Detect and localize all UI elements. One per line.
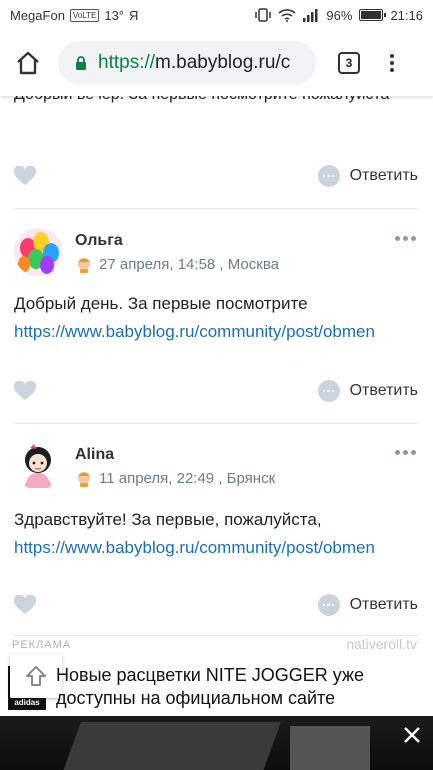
like-heart-icon[interactable] xyxy=(14,595,36,615)
comment-text: Здравствуйте! За первые, пожалуйста, xyxy=(14,510,322,529)
avatar[interactable] xyxy=(14,228,62,276)
comment-text: Добрый день. За первые посмотрите xyxy=(14,294,308,313)
home-button[interactable] xyxy=(2,37,54,89)
ad-banner[interactable]: adidas Новые расцветки NITE JOGGER уже д… xyxy=(0,654,433,716)
comment-header: Alina 11 апреля, 22:49 , Брянск xyxy=(14,442,418,494)
back-arrow-icon xyxy=(26,666,46,686)
comment-actions: Ответить xyxy=(14,593,418,617)
status-bar: MegaFon VoLTE 13° Я 96% 21:16 xyxy=(0,0,433,30)
lock-icon xyxy=(76,56,86,70)
battery-icon xyxy=(359,9,387,21)
close-icon[interactable] xyxy=(401,724,423,746)
battery-percent: 96% xyxy=(326,7,353,23)
like-heart-icon[interactable] xyxy=(14,381,36,401)
reply-label: Ответить xyxy=(349,167,418,184)
ad-label: РЕКЛАМА xyxy=(12,639,72,651)
carrier-label: MegaFon xyxy=(10,7,65,23)
ad-source[interactable]: nativeroll.tv xyxy=(346,636,417,652)
comment-link[interactable]: https://www.babyblog.ru/community/post/o… xyxy=(14,534,418,562)
ad-back-button[interactable] xyxy=(10,654,62,698)
reply-button[interactable]: Ответить xyxy=(317,165,418,187)
reply-button[interactable]: Ответить xyxy=(317,594,418,616)
reply-label: Ответить xyxy=(349,382,418,399)
yandex-app-icon: Я xyxy=(129,7,139,23)
ad-video[interactable] xyxy=(0,716,433,770)
comment-date: 11 апреля, 22:49 , Брянск xyxy=(99,470,276,487)
address-bar[interactable]: https://m.babyblog.ru/c xyxy=(58,41,316,85)
battery-level xyxy=(361,11,381,19)
author-name[interactable]: Ольга xyxy=(75,232,123,250)
partial-comment-text: Добрый вечер. За первые посмотрите пожал… xyxy=(14,96,414,108)
comment-header: Ольга 27 апреля, 14:58 , Москва xyxy=(14,228,418,280)
home-icon xyxy=(17,51,39,75)
reply-label: Ответить xyxy=(349,596,418,613)
comment-body: Здравствуйте! За первые, пожалуйста, htt… xyxy=(14,506,418,562)
comment-actions: Ответить xyxy=(14,379,418,403)
comment-meta: 27 апреля, 14:58 , Москва xyxy=(75,256,279,273)
comment-body: Добрый день. За первые посмотрите https:… xyxy=(14,290,418,346)
author-name[interactable]: Alina xyxy=(75,446,114,464)
like-heart-icon[interactable] xyxy=(14,166,36,186)
comment-bubble-icon xyxy=(317,594,340,616)
divider xyxy=(14,423,418,424)
url-protocol: https:// xyxy=(98,52,156,73)
tab-switcher-button[interactable]: 3 xyxy=(338,52,360,74)
comment-actions: Ответить xyxy=(14,164,418,188)
comments-list: Добрый вечер. За первые посмотрите пожал… xyxy=(0,96,433,656)
wifi-icon xyxy=(278,9,296,22)
ad-title[interactable]: Новые расцветки NITE JOGGER уже доступны… xyxy=(56,664,416,710)
clock: 21:16 xyxy=(390,7,423,23)
comment-bubble-icon xyxy=(317,165,340,187)
signal-icon xyxy=(303,8,318,22)
temperature-label: 13° xyxy=(104,7,125,23)
browser-toolbar: https://m.babyblog.ru/c 3 xyxy=(0,30,433,96)
ad-logo-text: adidas xyxy=(14,698,40,707)
child-icon xyxy=(78,471,90,487)
vibrate-icon xyxy=(255,8,272,22)
comment-link[interactable]: https://www.babyblog.ru/community/post/o… xyxy=(14,318,418,346)
browser-menu-button[interactable] xyxy=(390,54,394,72)
avatar[interactable] xyxy=(14,442,62,490)
comment-date: 27 апреля, 14:58 , Москва xyxy=(99,256,279,273)
url-host: m.babyblog.ru/c xyxy=(155,52,291,73)
comment-meta: 11 апреля, 22:49 , Брянск xyxy=(75,470,275,487)
divider xyxy=(14,208,418,209)
more-options-icon[interactable] xyxy=(395,450,416,455)
more-options-icon[interactable] xyxy=(395,236,416,241)
comment-bubble-icon xyxy=(317,380,340,402)
child-icon xyxy=(78,257,90,273)
reply-button[interactable]: Ответить xyxy=(317,380,418,402)
volte-badge: VoLTE xyxy=(69,8,100,22)
